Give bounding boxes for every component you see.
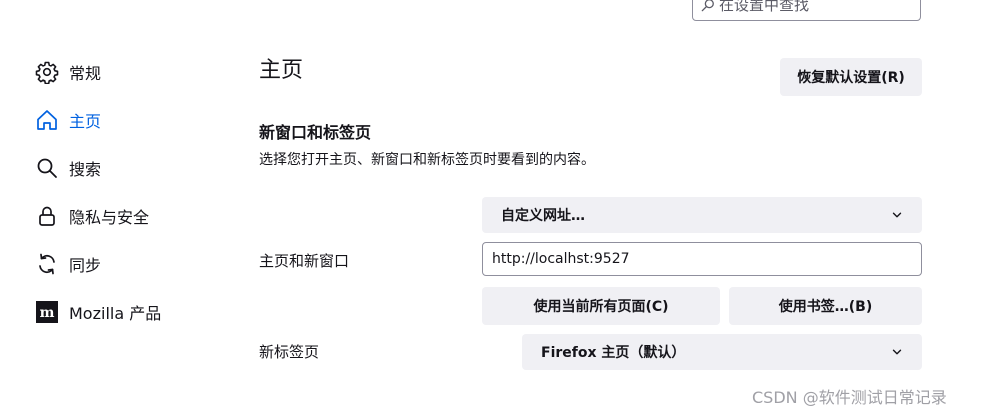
page-title: 主页 — [259, 58, 304, 83]
sidebar-item-home[interactable]: 主页 — [34, 96, 234, 144]
home-icon — [34, 107, 60, 133]
sidebar-item-label: 隐私与安全 — [69, 208, 150, 227]
sidebar-item-label: 搜索 — [69, 160, 102, 179]
sync-icon — [34, 251, 60, 277]
sidebar-item-label: 主页 — [69, 112, 102, 131]
sidebar-item-mozilla[interactable]: m Mozilla 产品 — [34, 288, 234, 336]
sidebar-item-privacy[interactable]: 隐私与安全 — [34, 192, 234, 240]
sidebar-item-label: 同步 — [69, 256, 102, 275]
search-icon — [701, 0, 714, 11]
chevron-down-icon — [892, 349, 902, 355]
sidebar-item-search[interactable]: 搜索 — [34, 144, 234, 192]
watermark: CSDN @软件测试日常记录 — [752, 388, 947, 407]
gear-icon — [34, 59, 60, 85]
new-tab-select-value: Firefox 主页（默认） — [541, 345, 686, 361]
homepage-label: 主页和新窗口 — [259, 252, 350, 270]
restore-defaults-button[interactable]: 恢复默认设置(R) — [780, 58, 922, 96]
svg-text:m: m — [40, 305, 55, 321]
use-bookmark-button[interactable]: 使用书签…(B) — [729, 287, 922, 325]
homepage-url-field[interactable] — [482, 242, 922, 276]
search-input[interactable] — [719, 0, 899, 14]
section-title: 新窗口和标签页 — [259, 123, 372, 142]
new-tab-select[interactable]: Firefox 主页（默认） — [522, 334, 922, 370]
mozilla-logo-icon: m — [34, 299, 60, 325]
sidebar-item-sync[interactable]: 同步 — [34, 240, 234, 288]
homepage-select[interactable]: 自定义网址… — [482, 197, 922, 233]
sidebar-item-general[interactable]: 常规 — [34, 48, 234, 96]
section-description: 选择您打开主页、新窗口和新标签页时要看到的内容。 — [259, 152, 595, 168]
sidebar-item-label: Mozilla 产品 — [69, 304, 162, 323]
sidebar-item-label: 常规 — [69, 64, 102, 83]
sidebar: 常规 主页 搜索 隐私与安全 同步 m Mozilla 产品 — [34, 48, 234, 336]
settings-search[interactable] — [692, 0, 921, 21]
lock-icon — [34, 203, 60, 229]
chevron-down-icon — [892, 212, 902, 218]
homepage-select-value: 自定义网址… — [501, 208, 585, 224]
use-current-pages-button[interactable]: 使用当前所有页面(C) — [482, 287, 720, 325]
new-tab-label: 新标签页 — [259, 343, 320, 361]
search-icon — [34, 155, 60, 181]
